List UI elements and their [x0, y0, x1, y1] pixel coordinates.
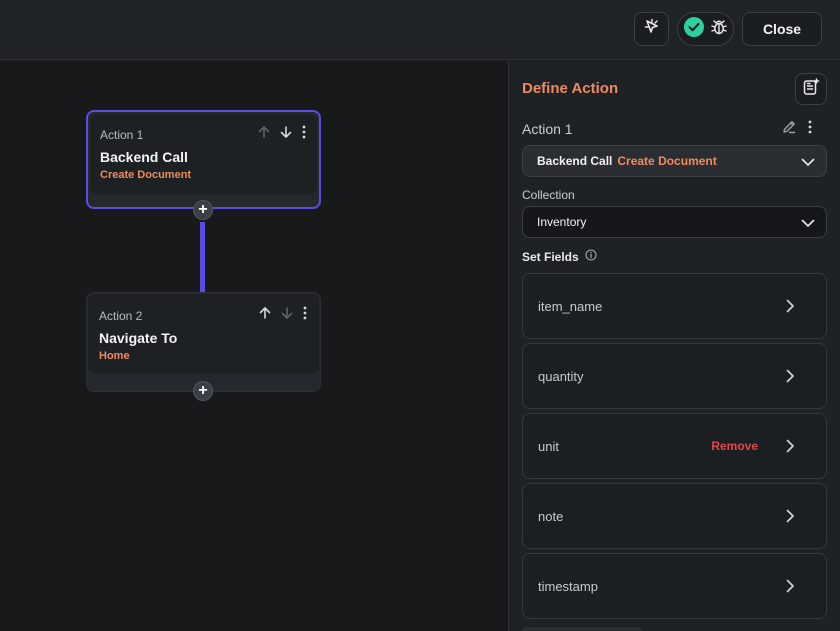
- field-row-item-name[interactable]: item_name: [522, 273, 827, 339]
- action-type-detail: Create Document: [617, 154, 717, 168]
- field-row-unit[interactable]: unit Remove: [522, 413, 827, 479]
- pencil-icon[interactable]: [781, 119, 797, 140]
- chevron-right-icon: [782, 368, 798, 389]
- action-node-title: Backend Call: [100, 149, 188, 165]
- arrow-up-icon[interactable]: [258, 306, 272, 325]
- close-button[interactable]: Close: [742, 12, 822, 46]
- selected-action-label: Action 1: [522, 121, 573, 137]
- action-header-controls: [781, 119, 813, 140]
- bug-icon: [709, 17, 729, 42]
- panel-title: Define Action: [522, 80, 619, 97]
- action-type-dropdown[interactable]: Backend Call Create Document: [522, 145, 827, 177]
- field-row-timestamp[interactable]: timestamp: [522, 553, 827, 619]
- pointer-tool-button[interactable]: [634, 12, 669, 46]
- check-circle-icon: [683, 16, 705, 43]
- action-node-2[interactable]: Action 2 Navigate To Home: [86, 292, 321, 392]
- field-name: timestamp: [538, 579, 598, 594]
- action-node-subtitle: Create Document: [100, 169, 192, 181]
- action-node-subtitle: Home: [99, 350, 130, 362]
- chevron-right-icon: [782, 298, 798, 319]
- field-name: unit: [538, 439, 559, 454]
- validation-debug-toggle[interactable]: [677, 12, 734, 46]
- action-type-name: Backend Call: [537, 154, 613, 168]
- arrow-up-icon[interactable]: [257, 125, 271, 144]
- arrow-down-icon[interactable]: [279, 125, 293, 144]
- info-icon[interactable]: [585, 249, 597, 264]
- chevron-right-icon: [782, 508, 798, 529]
- field-name: note: [538, 509, 564, 524]
- collection-label: Collection: [522, 188, 575, 202]
- collection-value: Inventory: [537, 215, 587, 229]
- field-row-note[interactable]: note: [522, 483, 827, 549]
- cursor-sparkle-icon: [643, 18, 661, 41]
- plus-icon: +: [198, 201, 208, 218]
- add-document-button[interactable]: [795, 73, 827, 105]
- panel-footer-button[interactable]: [522, 627, 642, 631]
- top-bar: Close: [0, 0, 840, 60]
- more-vertical-icon[interactable]: [302, 306, 308, 325]
- action-flow-canvas: Action 1 Backend Call Create Document + …: [0, 61, 508, 631]
- plus-icon: +: [198, 382, 208, 399]
- chevron-down-icon: [800, 154, 816, 175]
- set-fields-header: Set Fields: [522, 249, 597, 264]
- define-action-panel: Define Action Action 1 Backend Call Crea…: [508, 61, 840, 631]
- arrow-down-icon[interactable]: [280, 306, 294, 325]
- field-name: item_name: [538, 299, 603, 314]
- more-vertical-icon[interactable]: [807, 120, 813, 139]
- chevron-down-icon: [800, 215, 816, 236]
- field-name: quantity: [538, 369, 584, 384]
- remove-field-button[interactable]: Remove: [711, 439, 758, 453]
- action-node-1[interactable]: Action 1 Backend Call Create Document: [86, 110, 321, 209]
- add-action-button[interactable]: +: [193, 200, 213, 220]
- action-node-controls: [258, 306, 308, 325]
- document-add-icon: [802, 77, 820, 101]
- collection-dropdown[interactable]: Inventory: [522, 206, 827, 238]
- action-node-controls: [257, 125, 307, 144]
- chevron-right-icon: [782, 438, 798, 459]
- field-row-quantity[interactable]: quantity: [522, 343, 827, 409]
- chevron-right-icon: [782, 578, 798, 599]
- add-action-button[interactable]: +: [193, 381, 213, 401]
- action-connector: [200, 222, 205, 292]
- action-node-label: Action 1: [100, 128, 144, 142]
- action-node-label: Action 2: [99, 309, 143, 323]
- set-fields-label: Set Fields: [522, 249, 579, 264]
- action-node-title: Navigate To: [99, 330, 178, 346]
- more-vertical-icon[interactable]: [301, 125, 307, 144]
